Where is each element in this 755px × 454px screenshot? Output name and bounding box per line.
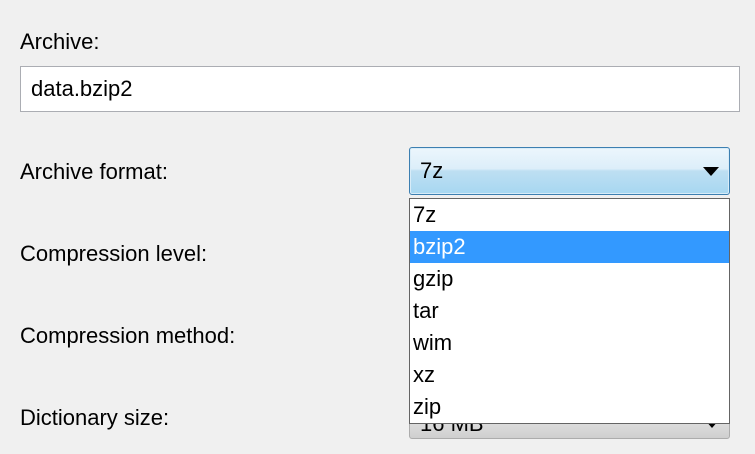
archive-label: Archive: (20, 29, 100, 54)
archive-settings-panel: Archive: data.bzip2 Archive format: 7z C… (0, 0, 755, 454)
format-option-xz[interactable]: xz (410, 359, 729, 391)
archive-name-input[interactable]: data.bzip2 (20, 66, 740, 112)
archive-format-dropdown: 7z bzip2 gzip tar wim xz zip (409, 198, 730, 424)
format-option-gzip[interactable]: gzip (410, 263, 729, 295)
chevron-down-icon[interactable] (703, 167, 719, 176)
format-option-wim[interactable]: wim (410, 327, 729, 359)
format-option-7z[interactable]: 7z (410, 199, 729, 231)
format-option-zip[interactable]: zip (410, 391, 729, 423)
archive-format-label: Archive format: (20, 159, 168, 184)
archive-format-value: 7z (420, 158, 444, 183)
format-option-tar[interactable]: tar (410, 295, 729, 327)
archive-format-select[interactable]: 7z (409, 147, 730, 195)
compression-method-label: Compression method: (20, 323, 236, 348)
dictionary-size-label: Dictionary size: (20, 405, 170, 430)
compression-level-label: Compression level: (20, 241, 208, 266)
format-option-bzip2[interactable]: bzip2 (410, 231, 729, 263)
